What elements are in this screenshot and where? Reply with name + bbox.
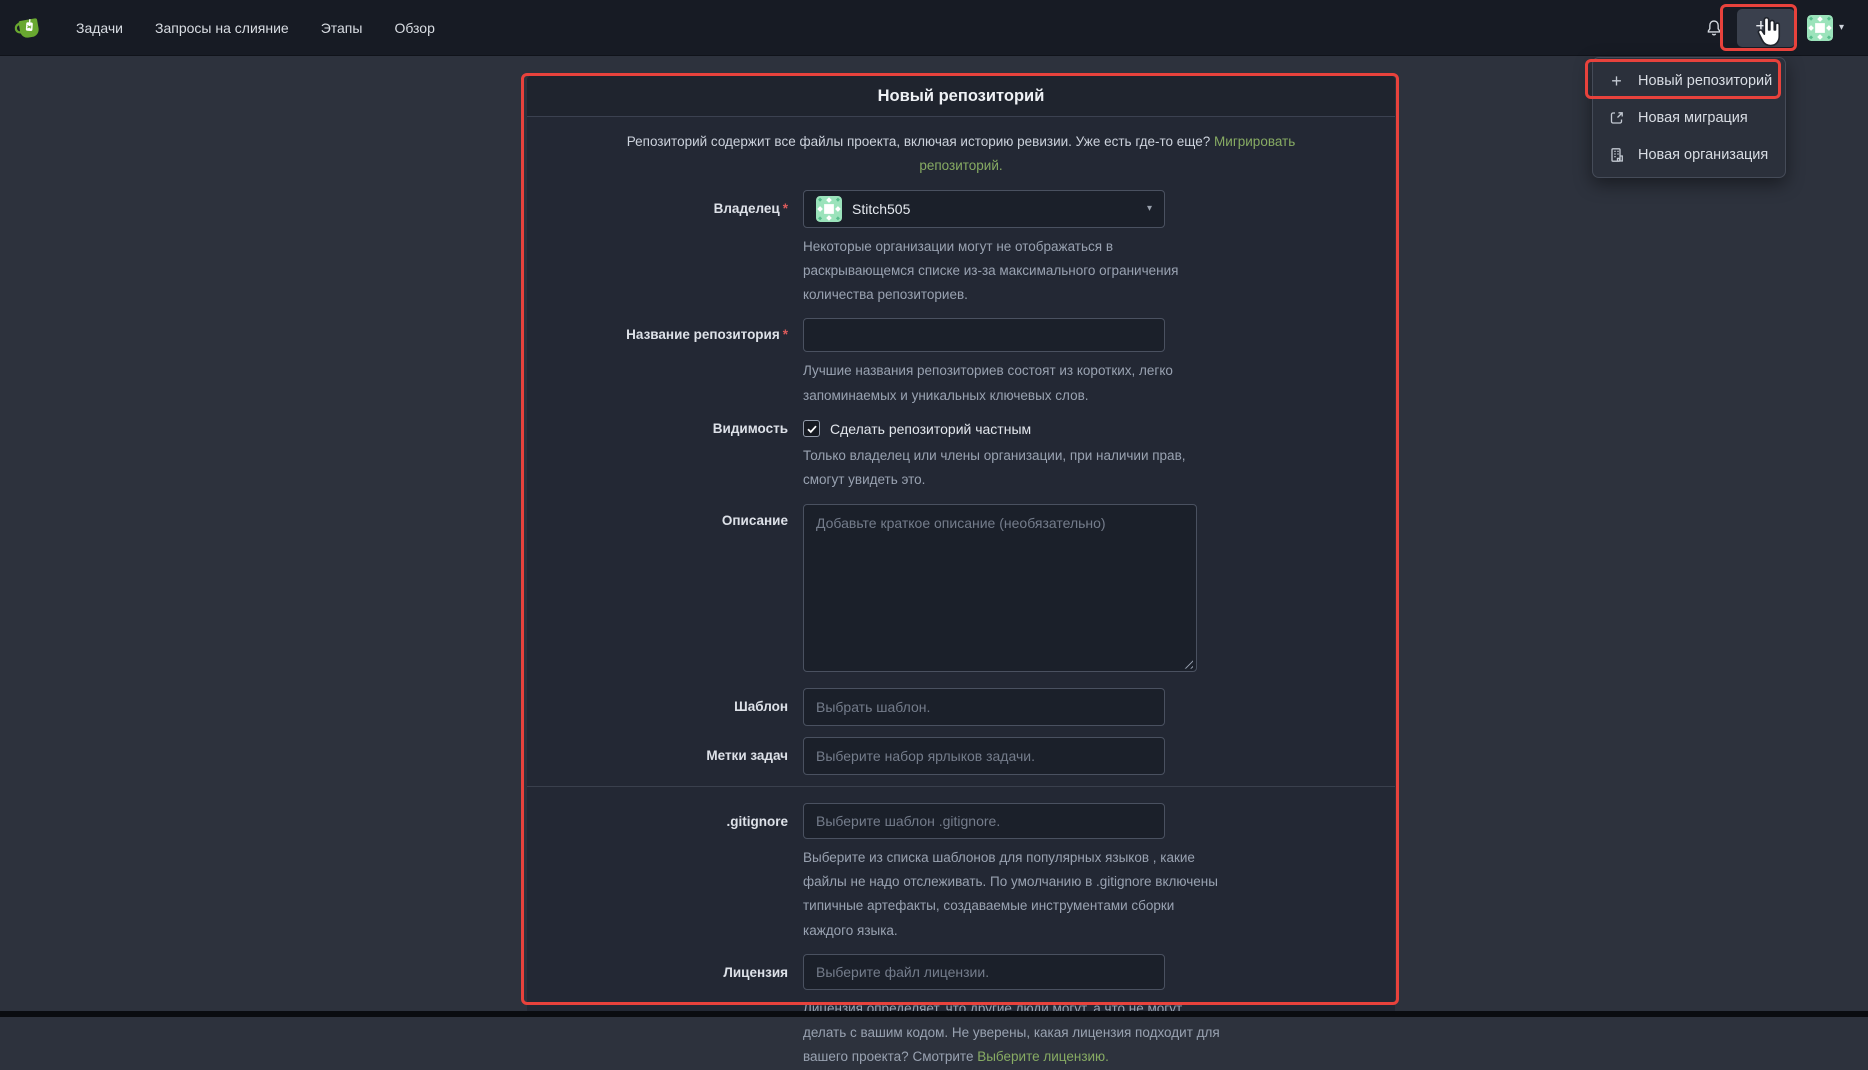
visibility-label: Видимость (541, 419, 803, 493)
visibility-help-text: Только владелец или члены организации, п… (803, 444, 1227, 493)
gitignore-label: .gitignore (541, 803, 803, 943)
license-placeholder: Выберите файл лицензии. (816, 964, 989, 980)
section-divider (527, 786, 1395, 787)
owner-field: Владелец* Stitch505 ▾ Некоторые организ (541, 190, 1381, 308)
nav-milestones[interactable]: Этапы (321, 20, 363, 36)
required-asterisk: * (783, 327, 788, 342)
menu-item-new-migration[interactable]: Новая миграция (1593, 99, 1785, 136)
gitignore-field: .gitignore Выберите шаблон .gitignore. В… (541, 803, 1381, 943)
owner-help-text: Некоторые организации могут не отображат… (803, 235, 1227, 308)
template-select[interactable]: Выбрать шаблон. (803, 688, 1165, 726)
description-field: Описание (541, 504, 1381, 677)
nav-issues[interactable]: Задачи (76, 20, 123, 36)
repo-name-input[interactable] (803, 318, 1165, 352)
menu-item-label: Новая миграция (1638, 110, 1748, 126)
description-label: Описание (541, 504, 803, 677)
repo-name-field: Название репозитория* Лучшие названия ре… (541, 318, 1381, 408)
nav-pull-requests[interactable]: Запросы на слияние (155, 20, 289, 36)
intro-text: Репозиторий содержит все файлы проекта, … (627, 134, 1214, 149)
menu-item-new-repository[interactable]: + Новый репозиторий (1593, 62, 1785, 99)
gitignore-help-text: Выберите из списка шаблонов для популярн… (803, 846, 1227, 943)
visibility-field: Видимость Сделать репозиторий частным То… (541, 419, 1381, 493)
owner-avatar (816, 196, 842, 222)
issue-labels-field: Метки задач Выберите набор ярлыков задач… (541, 737, 1381, 775)
owner-label: Владелец* (541, 190, 803, 308)
form-body: Репозиторий содержит все файлы проекта, … (527, 117, 1395, 1070)
chevron-down-icon: ▾ (1772, 23, 1777, 33)
checkmark-icon (806, 423, 818, 435)
private-checkbox[interactable] (803, 420, 820, 437)
repo-name-help-text: Лучшие названия репозиториев состоят из … (803, 359, 1227, 408)
owner-select[interactable]: Stitch505 ▾ (803, 190, 1165, 228)
user-avatar[interactable] (1807, 15, 1833, 41)
gitignore-select[interactable]: Выберите шаблон .gitignore. (803, 803, 1165, 839)
plus-icon: + (1608, 72, 1625, 89)
owner-selected-value: Stitch505 (852, 201, 910, 217)
identicon (1807, 15, 1833, 41)
required-asterisk: * (783, 201, 788, 216)
menu-item-new-organization[interactable]: Новая организация (1593, 136, 1785, 173)
menu-item-label: Новая организация (1638, 147, 1768, 163)
nav-explore[interactable]: Обзор (394, 20, 434, 36)
navbar-right: + ▾ ▾ (1705, 9, 1844, 47)
choose-license-link[interactable]: Выберите лицензию. (977, 1049, 1109, 1064)
form-title: Новый репозиторий (878, 87, 1045, 106)
primary-nav: Задачи Запросы на слияние Этапы Обзор (76, 20, 435, 36)
chevron-down-icon: ▾ (1147, 203, 1152, 214)
gitea-logo[interactable] (14, 13, 44, 43)
issue-labels-select[interactable]: Выберите набор ярлыков задачи. (803, 737, 1165, 775)
identicon (816, 196, 842, 222)
description-textarea[interactable] (803, 504, 1197, 672)
organization-icon (1608, 146, 1625, 163)
create-new-button[interactable]: + ▾ (1737, 9, 1795, 47)
visibility-checkbox-row: Сделать репозиторий частным (803, 419, 1381, 437)
migrate-icon (1608, 109, 1625, 126)
license-help-text: Лицензия определяет, что другие люди мог… (803, 997, 1227, 1070)
license-select[interactable]: Выберите файл лицензии. (803, 954, 1165, 990)
menu-item-label: Новый репозиторий (1638, 73, 1772, 89)
private-checkbox-label[interactable]: Сделать репозиторий частным (830, 421, 1031, 437)
template-label: Шаблон (541, 688, 803, 726)
issue-labels-label: Метки задач (541, 737, 803, 775)
form-header: Новый репозиторий (527, 76, 1395, 117)
repo-name-label: Название репозитория* (541, 318, 803, 408)
template-field: Шаблон Выбрать шаблон. (541, 688, 1381, 726)
notifications-bell-icon[interactable] (1705, 19, 1723, 37)
navbar: Задачи Запросы на слияние Этапы Обзор + … (0, 0, 1868, 56)
issue-labels-placeholder: Выберите набор ярлыков задачи. (816, 748, 1035, 764)
gitignore-placeholder: Выберите шаблон .gitignore. (816, 813, 1000, 829)
screen-bottom-edge (0, 1011, 1868, 1017)
user-menu-chevron-down-icon[interactable]: ▾ (1839, 23, 1844, 33)
template-placeholder: Выбрать шаблон. (816, 699, 930, 715)
plus-icon: + (1755, 17, 1766, 36)
gitea-logo-icon (14, 13, 44, 43)
form-intro: Репозиторий содержит все файлы проекта, … (611, 130, 1311, 179)
new-repository-form: Новый репозиторий Репозиторий содержит в… (527, 76, 1395, 1017)
create-dropdown-menu: + Новый репозиторий Новая миграция Новая… (1592, 57, 1786, 178)
